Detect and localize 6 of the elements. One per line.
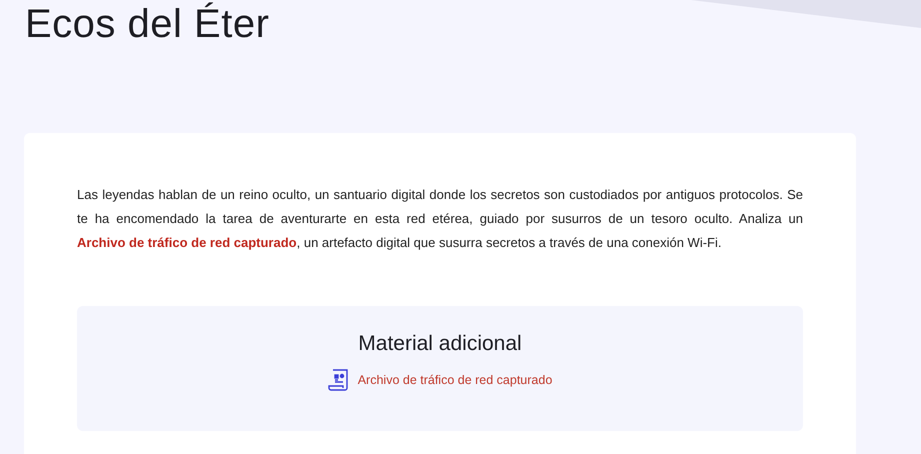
page-title: Ecos del Éter bbox=[25, 1, 270, 47]
document-scroll-icon bbox=[328, 368, 350, 392]
material-heading: Material adicional bbox=[358, 331, 522, 357]
intro-paragraph: Las leyendas hablan de un reino oculto, un santuario digital donde los secretos son custodiados por antiguos protocolos. Se te ha encomendado la tarea de aventurarte en esta red etérea, guiado por susurros de un tesoro oculto. Analiza un Archivo de tráfico de red capturado, un artefacto digital que susurra secretos a través de una conexión Wi-Fi. bbox=[77, 186, 803, 252]
capture-file-link[interactable]: Archivo de tráfico de red capturado bbox=[77, 235, 297, 250]
file-link[interactable]: Archivo de tráfico de red capturado bbox=[358, 370, 552, 390]
